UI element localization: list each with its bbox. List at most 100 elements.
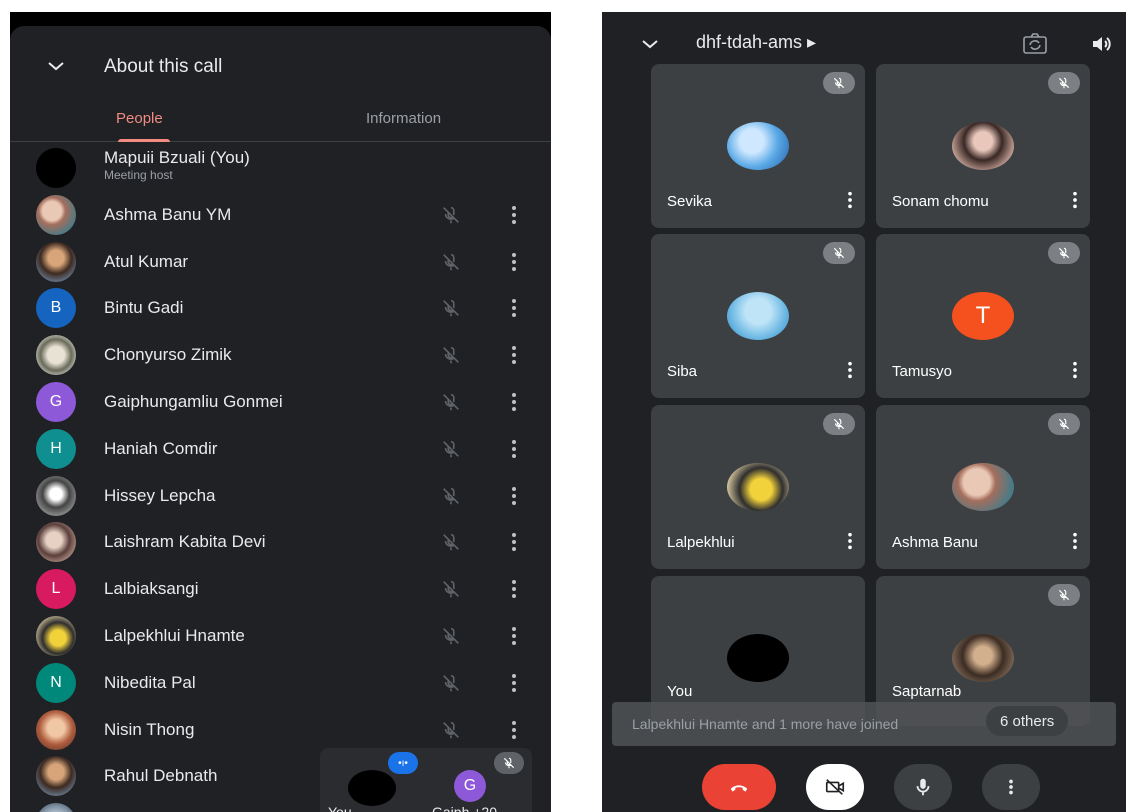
more-vert-icon[interactable]	[845, 531, 855, 551]
more-vert-icon[interactable]	[508, 344, 520, 366]
minimize-chevron-icon[interactable]	[638, 32, 662, 56]
video-tile[interactable]: Sonam chomu	[876, 64, 1090, 228]
participant-name: Ashma Banu YM	[104, 204, 232, 224]
tile-name: You	[667, 683, 693, 700]
more-vert-icon[interactable]	[508, 672, 520, 694]
participant-name: Hissey Lepcha	[104, 485, 216, 505]
mic-off-icon	[823, 242, 855, 264]
participant-row[interactable]: Ashma Banu YM	[10, 193, 551, 239]
mic-off-icon	[823, 72, 855, 94]
participant-name: Laishram Kabita Devi	[104, 532, 266, 552]
more-options-button[interactable]	[982, 764, 1040, 810]
more-vert-icon[interactable]	[1070, 360, 1080, 380]
participant-row[interactable]: N Nibedita Pal	[10, 661, 551, 707]
more-vert-icon[interactable]	[508, 438, 520, 460]
speaking-indicator-icon: •ı•	[388, 752, 418, 774]
camera-off-icon	[825, 779, 845, 795]
participant-name: Atul Kumar	[104, 251, 189, 271]
more-vert-icon[interactable]	[508, 391, 520, 413]
more-vert-icon[interactable]	[508, 485, 520, 507]
mic-off-icon	[440, 531, 462, 553]
tile-avatar: T	[952, 292, 1014, 340]
tile-name: Siba	[667, 363, 698, 380]
mic-toggle-button[interactable]	[894, 764, 952, 810]
participant-row[interactable]: Laishram Kabita Devi	[10, 520, 551, 566]
tile-avatar	[727, 122, 789, 170]
participant-avatar	[36, 803, 76, 812]
self-label: You	[328, 804, 352, 812]
participant-avatar	[36, 756, 76, 797]
more-vert-icon[interactable]	[1070, 531, 1080, 551]
tile-avatar	[952, 122, 1014, 170]
participant-row[interactable]: Nisin Thong	[10, 708, 551, 754]
video-tile[interactable]: Ashma Banu	[876, 405, 1090, 569]
participant-row[interactable]: L Lalbiaksangi	[10, 567, 551, 613]
tile-avatar	[727, 463, 789, 511]
tile-name: Sevika	[667, 193, 713, 210]
other-label: Gaiph +20 .	[432, 804, 505, 812]
more-vert-icon[interactable]	[508, 625, 520, 647]
switch-camera-icon[interactable]	[1022, 32, 1048, 56]
participant-row[interactable]: Hissey Lepcha	[10, 474, 551, 520]
participant-role: Meeting host	[104, 168, 173, 182]
more-vert-icon[interactable]	[508, 719, 520, 741]
tile-avatar	[952, 463, 1014, 511]
end-call-button[interactable]	[702, 764, 776, 810]
participant-avatar: N	[36, 662, 76, 703]
participant-avatar	[36, 709, 76, 750]
tile-avatar	[952, 634, 1014, 682]
participant-name: Haniah Comdir	[104, 438, 218, 458]
tab-information[interactable]: Information	[366, 110, 441, 127]
speaker-icon[interactable]	[1090, 32, 1114, 56]
participant-name: Rahul Debnath	[104, 766, 218, 786]
more-vert-icon[interactable]	[508, 204, 520, 226]
participant-row[interactable]: Mapuii Bzuali (You) Meeting host	[10, 146, 551, 192]
participant-row[interactable]: G Gaiphungamliu Gonmei	[10, 380, 551, 426]
participant-row[interactable]: B Bintu Gadi	[10, 286, 551, 332]
tile-name: Lalpekhlui	[667, 534, 735, 551]
mic-off-icon	[440, 625, 462, 647]
more-vert-icon[interactable]	[1070, 190, 1080, 210]
more-vert-icon[interactable]	[845, 190, 855, 210]
self-view-pip[interactable]: •ı• You G Gaiph +20 .	[320, 748, 532, 812]
meeting-topbar: dhf-tdah-ams ▸	[602, 12, 1126, 62]
meeting-screen: dhf-tdah-ams ▸ Sevika Sonam chomu Siba T Tam…	[602, 12, 1126, 812]
more-vert-icon[interactable]	[508, 297, 520, 319]
participant-avatar	[36, 475, 76, 516]
participant-avatar	[36, 616, 76, 656]
tab-people[interactable]: People	[116, 110, 163, 127]
mic-off-icon	[440, 391, 462, 413]
video-tile[interactable]: Sevika	[651, 64, 865, 228]
about-call-sheet: About this call People Information Mapui…	[10, 26, 551, 812]
participant-row[interactable]: Chonyurso Zimik	[10, 333, 551, 379]
participant-row[interactable]: H Haniah Comdir	[10, 427, 551, 473]
video-tile[interactable]: Lalpekhlui	[651, 405, 865, 569]
tile-name: Saptarnab	[892, 683, 962, 700]
video-tile[interactable]: T Tamusyo	[876, 234, 1090, 398]
video-tile[interactable]: Siba	[651, 234, 865, 398]
tile-avatar	[727, 292, 789, 340]
participant-avatar	[36, 241, 76, 282]
participant-avatar: B	[36, 288, 76, 329]
toast-text: Lalpekhlui Hnamte and 1 more have joined	[632, 716, 899, 732]
participant-name: Gaiphungamliu Gonmei	[104, 392, 283, 411]
more-vert-icon[interactable]	[508, 578, 520, 600]
more-vert-icon[interactable]	[508, 531, 520, 553]
collapse-chevron-icon[interactable]	[44, 54, 68, 78]
participant-row[interactable]: Atul Kumar	[10, 240, 551, 286]
mic-off-icon	[440, 485, 462, 507]
participant-name: Lalpekhlui Hnamte	[104, 626, 245, 645]
mic-off-icon	[1048, 413, 1080, 435]
mic-off-icon	[440, 719, 462, 741]
meeting-code[interactable]: dhf-tdah-ams ▸	[696, 32, 816, 53]
participant-avatar	[36, 522, 76, 563]
sheet-header: About this call	[10, 44, 551, 88]
participant-row[interactable]: Lalpekhlui Hnamte	[10, 614, 551, 660]
screenshot-root: About this call People Information Mapui…	[0, 0, 1129, 812]
tile-name: Tamusyo	[892, 363, 953, 380]
others-chip[interactable]: 6 others	[986, 706, 1069, 736]
participant-name: Nisin Thong	[104, 719, 195, 739]
camera-toggle-button[interactable]	[806, 764, 864, 810]
more-vert-icon[interactable]	[845, 360, 855, 380]
more-vert-icon[interactable]	[508, 251, 520, 273]
